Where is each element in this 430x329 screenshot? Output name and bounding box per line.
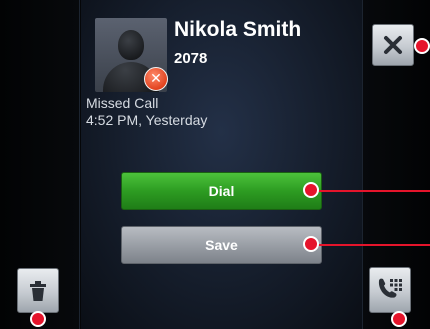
save-button-label: Save bbox=[205, 237, 238, 253]
close-icon bbox=[384, 36, 402, 54]
close-button[interactable] bbox=[372, 24, 414, 66]
callout-marker-close bbox=[414, 38, 430, 54]
trash-icon bbox=[30, 280, 46, 301]
delete-button[interactable] bbox=[17, 268, 59, 313]
call-status: Missed Call bbox=[86, 95, 159, 111]
save-button[interactable]: Save bbox=[121, 226, 322, 264]
callout-line-dial bbox=[313, 190, 430, 192]
callout-line-save bbox=[313, 244, 430, 246]
callout-marker-dial bbox=[303, 182, 319, 198]
call-time: 4:52 PM, Yesterday bbox=[86, 112, 208, 128]
missed-call-icon: ✕ bbox=[144, 67, 168, 91]
dial-button[interactable]: Dial bbox=[121, 172, 322, 210]
dialpad-button[interactable] bbox=[369, 267, 411, 313]
dialpad-icon bbox=[378, 278, 402, 298]
dial-button-label: Dial bbox=[208, 183, 235, 199]
callout-marker-keypad bbox=[391, 311, 407, 327]
callout-marker-trash bbox=[30, 311, 46, 327]
contact-extension: 2078 bbox=[174, 50, 208, 67]
phone-screen: ✕ Nikola Smith 2078 Missed Call 4:52 PM,… bbox=[0, 0, 430, 329]
contact-name: Nikola Smith bbox=[174, 18, 302, 41]
callout-marker-save bbox=[303, 236, 319, 252]
